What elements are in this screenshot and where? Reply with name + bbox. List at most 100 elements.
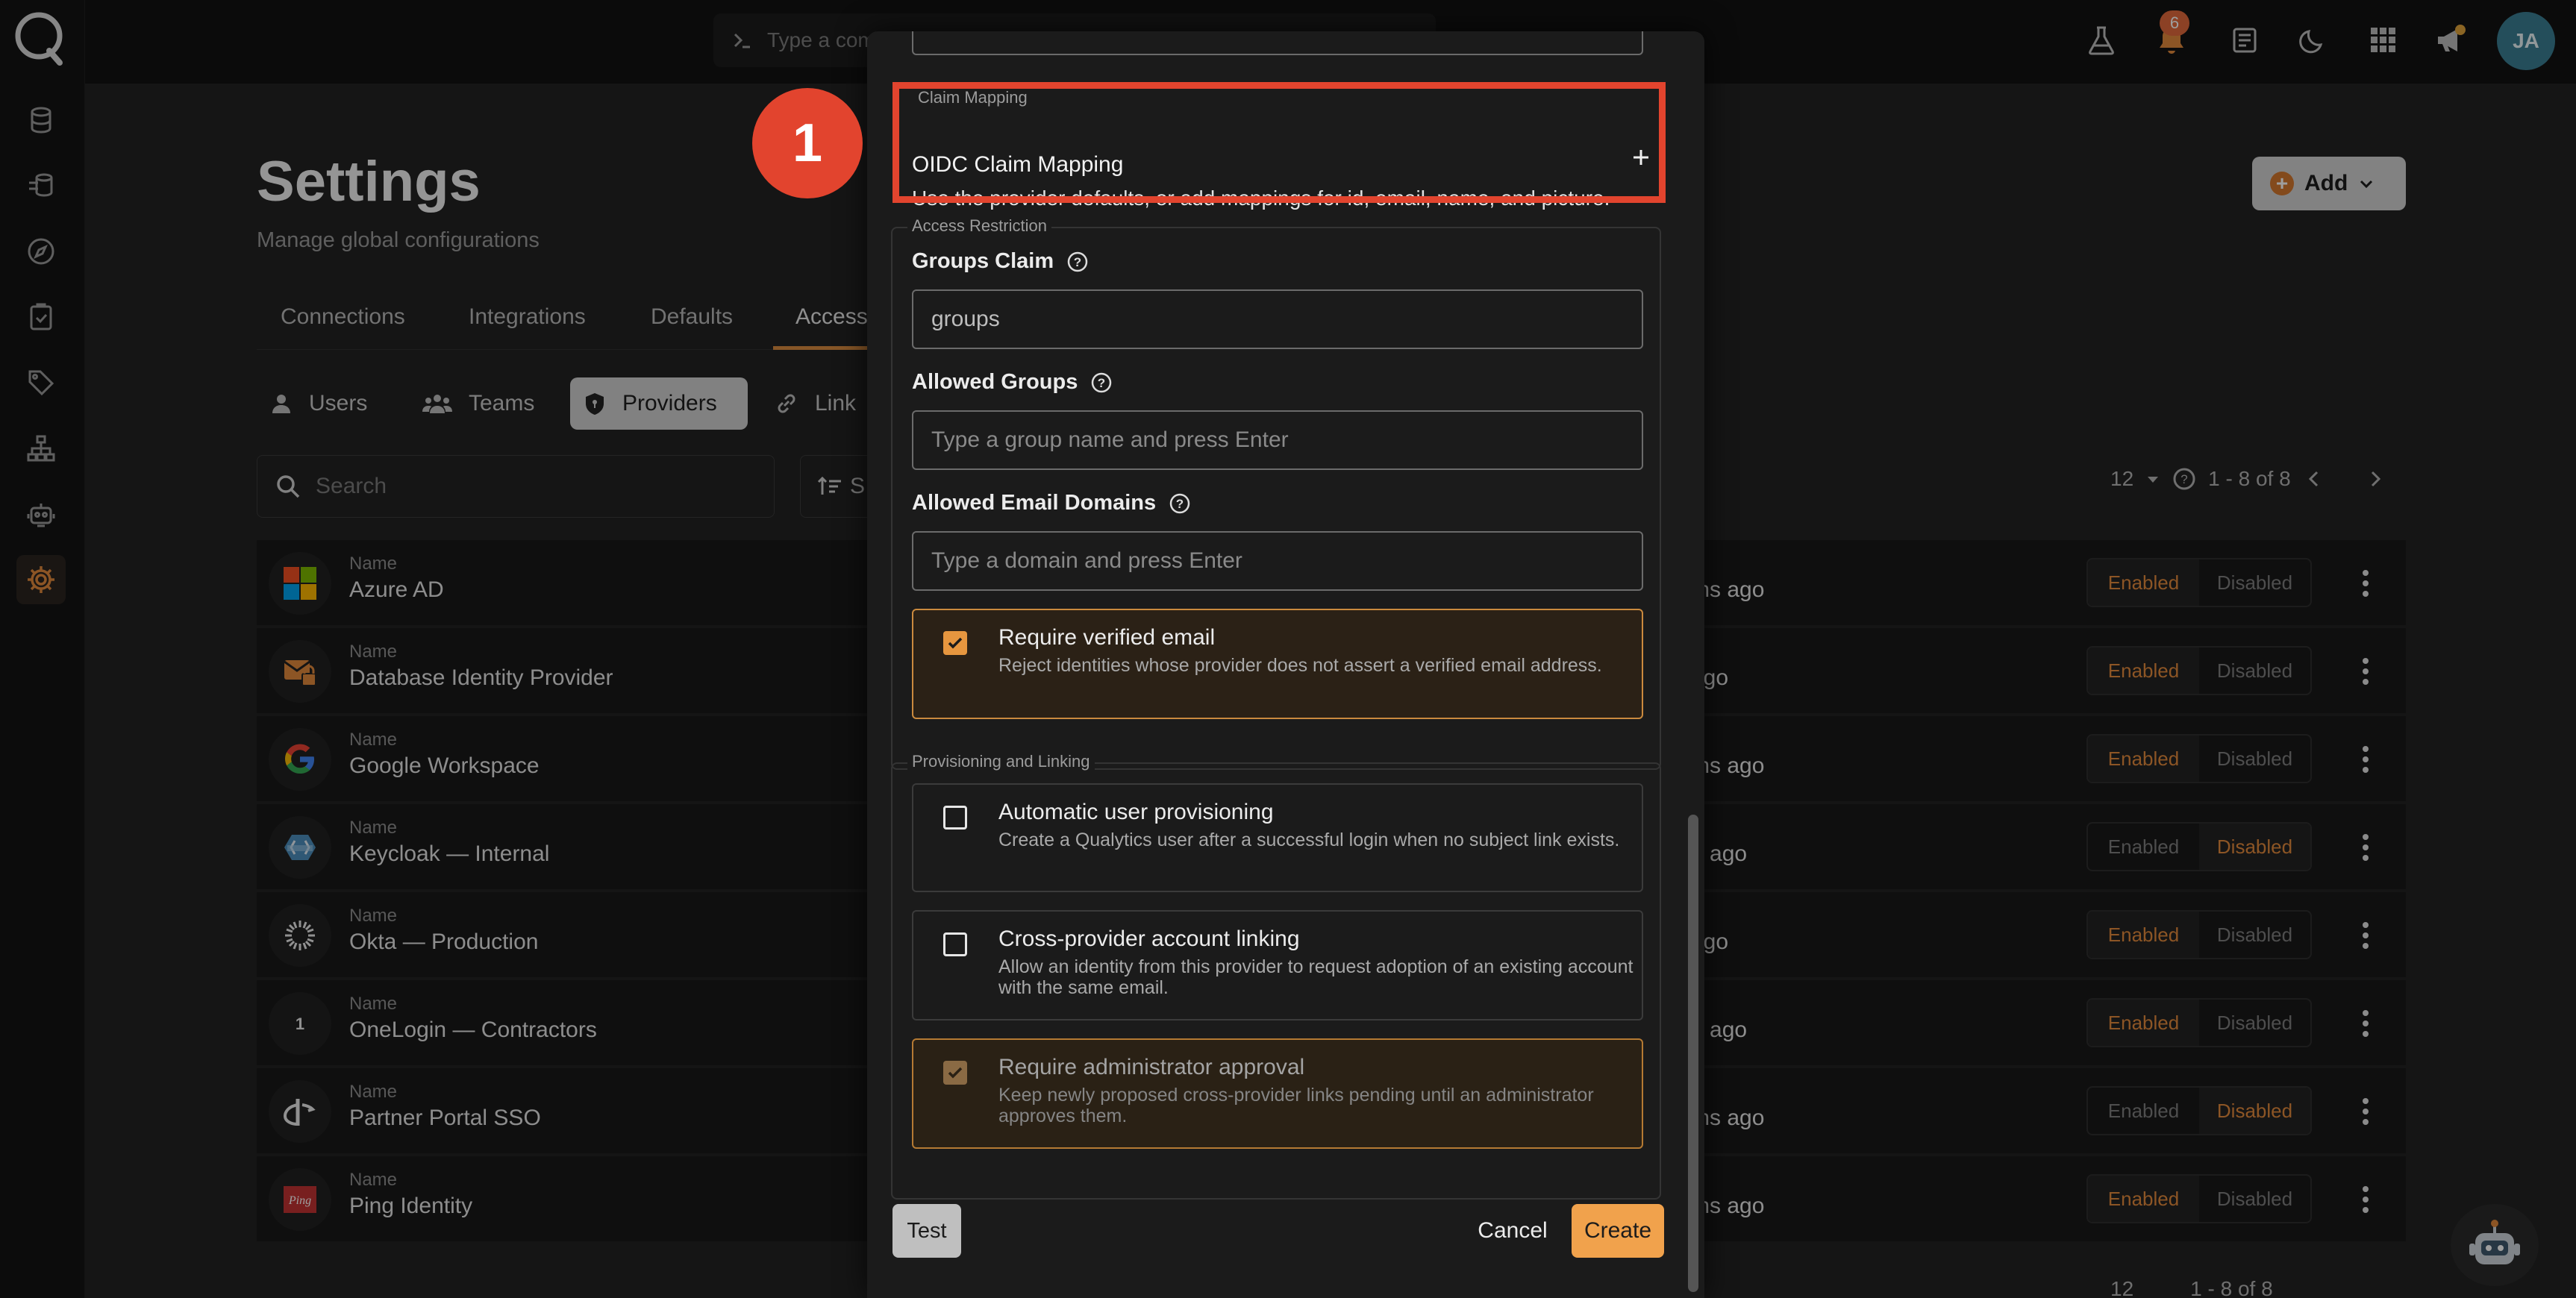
toggle-disabled[interactable]: Disabled (2199, 1000, 2310, 1046)
chevron-right-icon[interactable] (2364, 468, 2386, 490)
svg-text:?: ? (1098, 376, 1105, 390)
page-size-value[interactable]: 12 (2110, 467, 2133, 491)
status-toggle[interactable]: Enabled Disabled (2086, 646, 2312, 695)
create-button[interactable]: Create (1572, 1204, 1664, 1258)
explore-compass-icon[interactable] (16, 227, 66, 276)
page-size-value-bottom[interactable]: 12 (2110, 1277, 2133, 1298)
shield-icon (586, 393, 604, 415)
enrichment-icon[interactable] (16, 161, 66, 210)
toggle-disabled[interactable]: Disabled (2199, 1088, 2310, 1134)
allowed-domains-input[interactable]: Type a domain and press Enter (912, 531, 1643, 591)
annotation-highlight-box (892, 82, 1666, 203)
issuer-url-input[interactable] (912, 31, 1643, 55)
cross-provider-linking-option[interactable]: Cross-provider account linking Allow an … (912, 910, 1643, 1020)
more-options-icon[interactable] (2352, 655, 2379, 688)
datastore-icon[interactable] (16, 95, 66, 145)
hierarchy-icon[interactable] (16, 424, 66, 473)
search-input[interactable]: Search (257, 455, 775, 518)
page-subtitle: Manage global configurations (257, 228, 540, 252)
toggle-enabled[interactable]: Enabled (2088, 912, 2199, 958)
dark-mode-moon-icon[interactable] (2292, 19, 2334, 61)
more-options-icon[interactable] (2352, 743, 2379, 776)
subtab-providers-label: Providers (622, 391, 717, 416)
require-verified-email-option[interactable]: Require verified email Reject identities… (912, 609, 1643, 719)
provider-name: OneLogin — Contractors (349, 1018, 597, 1042)
assistant-bot-button[interactable] (2451, 1204, 2539, 1286)
app-logo[interactable] (10, 9, 70, 69)
onelogin-logo-icon: 1 (269, 992, 331, 1055)
status-toggle[interactable]: Enabled Disabled (2086, 822, 2312, 871)
robot-icon[interactable] (16, 489, 66, 539)
status-toggle[interactable]: Enabled Disabled (2086, 998, 2312, 1047)
status-toggle[interactable]: Enabled Disabled (2086, 734, 2312, 783)
toggle-enabled[interactable]: Enabled (2088, 648, 2199, 694)
toggle-disabled[interactable]: Disabled (2199, 559, 2310, 606)
checkbox-unchecked-icon[interactable] (943, 932, 967, 956)
more-options-icon[interactable] (2352, 1095, 2379, 1128)
toggle-disabled[interactable]: Disabled (2199, 1176, 2310, 1222)
announcements-megaphone-icon[interactable] (2430, 19, 2472, 61)
chevron-down-icon (2360, 180, 2373, 189)
status-toggle[interactable]: Enabled Disabled (2086, 910, 2312, 959)
auto-provisioning-option[interactable]: Automatic user provisioning Create a Qua… (912, 783, 1643, 892)
more-options-icon[interactable] (2352, 831, 2379, 864)
modal-scrollbar[interactable] (1688, 815, 1698, 1292)
subtab-link[interactable]: Link (761, 377, 874, 430)
apps-grid-icon[interactable] (2363, 19, 2404, 61)
sort-icon (817, 476, 841, 495)
status-toggle[interactable]: Enabled Disabled (2086, 1086, 2312, 1135)
toggle-enabled[interactable]: Enabled (2088, 559, 2199, 606)
status-toggle[interactable]: Enabled Disabled (2086, 558, 2312, 607)
toggle-disabled[interactable]: Disabled (2199, 912, 2310, 958)
sort-label: S (850, 474, 866, 498)
active-tab-indicator (773, 346, 869, 350)
checkbox-checked-icon[interactable] (943, 631, 967, 655)
toggle-disabled[interactable]: Disabled (2199, 736, 2310, 782)
cancel-button[interactable]: Cancel (1472, 1204, 1554, 1258)
tab-access[interactable]: Access (795, 304, 868, 330)
page-title: Settings (257, 150, 481, 213)
subtab-users[interactable]: Users (257, 377, 385, 430)
link-icon (778, 394, 795, 413)
toggle-disabled[interactable]: Disabled (2199, 824, 2310, 870)
tab-connections[interactable]: Connections (281, 304, 405, 330)
toggle-enabled[interactable]: Enabled (2088, 1176, 2199, 1222)
checkbox-unchecked-icon[interactable] (943, 806, 967, 830)
add-button[interactable]: + Add (2252, 157, 2406, 210)
more-options-icon[interactable] (2352, 567, 2379, 600)
groups-claim-input[interactable]: groups (912, 289, 1643, 349)
subtab-providers[interactable]: Providers (570, 377, 748, 430)
status-toggle[interactable]: Enabled Disabled (2086, 1174, 2312, 1223)
tab-integrations[interactable]: Integrations (469, 304, 586, 330)
toggle-enabled[interactable]: Enabled (2088, 1000, 2199, 1046)
caret-down-icon[interactable] (2145, 471, 2160, 486)
checklist-icon[interactable] (16, 292, 66, 342)
toggle-disabled[interactable]: Disabled (2199, 648, 2310, 694)
tab-defaults[interactable]: Defaults (651, 304, 733, 330)
settings-gear-icon[interactable] (16, 555, 66, 604)
admin-approval-description: Keep newly proposed cross-provider links… (998, 1085, 1594, 1126)
more-options-icon[interactable] (2352, 919, 2379, 952)
toggle-enabled[interactable]: Enabled (2088, 1088, 2199, 1134)
toggle-enabled[interactable]: Enabled (2088, 736, 2199, 782)
test-button[interactable]: Test (892, 1204, 961, 1258)
more-options-icon[interactable] (2352, 1183, 2379, 1216)
checkbox-checked-disabled-icon (943, 1061, 967, 1085)
notification-count-badge: 6 (2160, 10, 2189, 36)
groups-claim-label: Groups Claim ? (912, 249, 1090, 274)
allowed-groups-input[interactable]: Type a group name and press Enter (912, 410, 1643, 470)
help-icon[interactable]: ? (1168, 492, 1192, 515)
chevron-left-icon[interactable] (2303, 468, 2325, 490)
help-icon[interactable]: ? (1090, 371, 1113, 395)
flask-icon[interactable] (2081, 19, 2122, 61)
user-avatar[interactable]: JA (2497, 12, 2555, 70)
robot-assistant-icon (2469, 1220, 2520, 1264)
more-options-icon[interactable] (2352, 1007, 2379, 1040)
help-icon[interactable]: ? (1066, 250, 1090, 274)
svg-text:?: ? (2180, 472, 2187, 486)
subtab-teams[interactable]: Teams (409, 377, 552, 430)
tag-icon[interactable] (16, 358, 66, 407)
help-icon[interactable]: ? (2172, 467, 2196, 491)
docs-icon[interactable] (2224, 19, 2266, 61)
toggle-enabled[interactable]: Enabled (2088, 824, 2199, 870)
